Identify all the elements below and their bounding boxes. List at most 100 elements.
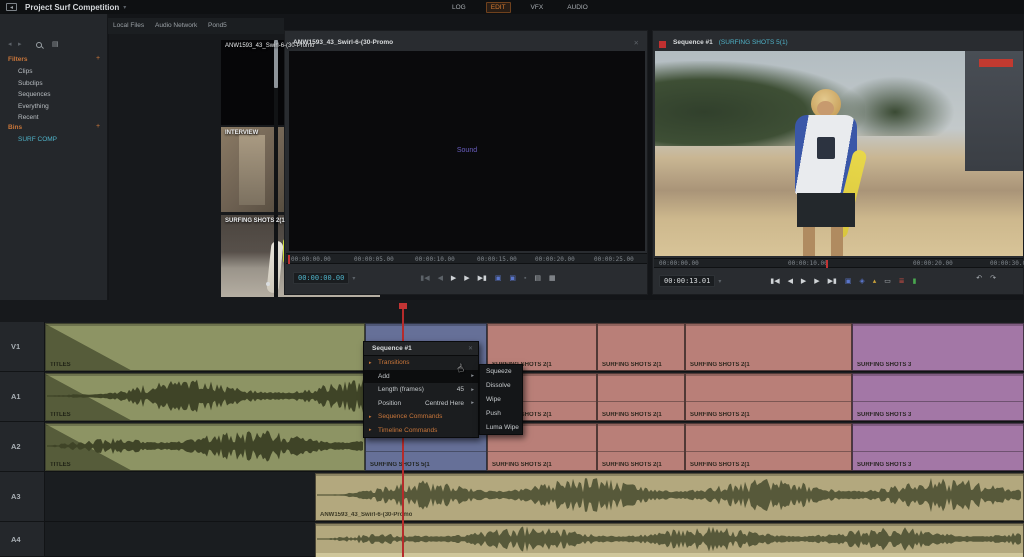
submenu-arrow-icon: ▸: [471, 387, 474, 393]
timeline-clip-surf3-a1[interactable]: SURFING SHOTS 3: [852, 373, 1024, 421]
waveform: [47, 378, 363, 414]
timeline-clip-surf2b-a1[interactable]: SURFING SHOTS 2(1: [597, 373, 685, 421]
menu-item-length[interactable]: Length (frames) 45 ▸: [364, 383, 478, 397]
menu-item-position[interactable]: Position Centred Here ▸: [364, 397, 478, 411]
timeline-clip-audio-a3[interactable]: ANW1593_43_Swirl-6-(30-Promo: [315, 473, 1024, 521]
source-ruler[interactable]: 00:00:00.00 00:00:05.00 00:00:10.00 00:0…: [286, 253, 647, 264]
undo-button[interactable]: ↶: [976, 275, 982, 282]
step-back-icon[interactable]: ◀: [438, 275, 443, 282]
effects-strip-icon[interactable]: ≣: [899, 278, 905, 285]
timeline-clip-surf2c-a2[interactable]: SURFING SHOTS 2(1: [685, 423, 852, 471]
timeline-clip-titles-a1[interactable]: TITLES: [45, 373, 365, 421]
project-title[interactable]: Project Surf Competition: [25, 3, 119, 12]
audio-meter-icon[interactable]: ▮: [913, 278, 917, 285]
track-header-a1[interactable]: A1: [0, 372, 45, 422]
track-header-a3[interactable]: A3: [0, 472, 45, 522]
add-bin-icon[interactable]: +: [96, 123, 100, 130]
add-filter-icon[interactable]: +: [96, 55, 100, 62]
record-timecode[interactable]: 00:00:13.01: [659, 275, 715, 287]
tab-vfx[interactable]: VFX: [527, 3, 548, 12]
menu-item-sequence-commands[interactable]: ▸ Sequence Commands: [364, 410, 478, 424]
replace-icon[interactable]: ◈: [859, 278, 864, 285]
tab-audio[interactable]: AUDIO: [563, 3, 592, 12]
skip-start-icon[interactable]: ▮◀: [420, 275, 429, 282]
timeline-clip-surf2c-a1[interactable]: SURFING SHOTS 2(1: [685, 373, 852, 421]
bin-clip-list: ANW1593_43_Swirl-6-(30-Promo Sound INTER…: [109, 34, 284, 300]
tab-pond5[interactable]: Pond5: [208, 22, 227, 29]
project-title-caret[interactable]: ▾: [123, 4, 126, 11]
step-back-icon[interactable]: ◀: [788, 278, 793, 285]
filter-sequences[interactable]: Sequences: [18, 91, 108, 98]
position-value[interactable]: Centred Here: [425, 400, 464, 407]
project-sidebar: ◂ ▸ ▤ Filters + Clips Subclips Sequences…: [0, 14, 108, 300]
filter-subclips[interactable]: Subclips: [18, 80, 108, 87]
tab-audio-network[interactable]: Audio Network: [155, 22, 197, 29]
context-menu-close-icon[interactable]: ✕: [468, 345, 473, 352]
record-video-frame[interactable]: [655, 51, 1023, 256]
track-header-a2[interactable]: A2: [0, 422, 45, 472]
timeline-clip-surf2c-v1[interactable]: SURFING SHOTS 2(1: [685, 323, 852, 371]
view-mode-icon[interactable]: ▤: [534, 275, 541, 282]
search-icon[interactable]: [36, 42, 42, 48]
insert-icon[interactable]: ▣: [845, 278, 852, 285]
source-video-frame[interactable]: Sound: [289, 51, 645, 251]
tab-log[interactable]: LOG: [448, 3, 470, 12]
record-timecode-caret[interactable]: ▾: [718, 278, 721, 285]
source-playhead-marker[interactable]: [288, 255, 290, 264]
insert-icon[interactable]: ▣: [495, 275, 502, 282]
source-close-icon[interactable]: ✕: [634, 39, 639, 47]
skip-end-icon[interactable]: ▶▮: [828, 278, 837, 285]
record-viewer-title: Sequence #1: [673, 39, 713, 46]
timeline-clip-surf2b-a2[interactable]: SURFING SHOTS 2(1: [597, 423, 685, 471]
source-timecode[interactable]: 00:00:00.00: [293, 272, 349, 284]
submenu-item-wipe[interactable]: Wipe: [480, 393, 522, 407]
bin-clip-interview-label: INTERVIEW: [225, 130, 258, 136]
skip-end-icon[interactable]: ▶▮: [478, 275, 487, 282]
filter-recent[interactable]: Recent: [18, 114, 108, 121]
timeline-view-icon[interactable]: ▭: [884, 278, 891, 285]
submenu-item-luma-wipe[interactable]: Luma Wipe: [480, 420, 522, 434]
menu-item-timeline-commands[interactable]: ▸ Timeline Commands: [364, 424, 478, 438]
timeline-clip-surf2b-v1[interactable]: SURFING SHOTS 2(1: [597, 323, 685, 371]
redo-button[interactable]: ↷: [990, 275, 996, 282]
track-header-v1[interactable]: V1: [0, 322, 45, 372]
list-view-icon[interactable]: ▤: [52, 40, 59, 48]
step-forward-icon[interactable]: ▶: [814, 278, 819, 285]
nav-forward-icon[interactable]: ▸: [18, 40, 22, 48]
exit-project-icon[interactable]: ◂: [6, 3, 17, 11]
replace-icon[interactable]: ▣: [509, 275, 516, 282]
play-button[interactable]: ▶: [801, 278, 806, 285]
source-ruler-label: 00:00:25.00: [594, 256, 634, 263]
tab-edit[interactable]: EDIT: [486, 2, 511, 13]
source-timecode-caret[interactable]: ▾: [352, 275, 355, 282]
waveform: [317, 476, 1022, 514]
marker-icon[interactable]: ▴: [873, 278, 877, 285]
filter-clips[interactable]: Clips: [18, 68, 108, 75]
timeline-playhead-flag[interactable]: [399, 303, 407, 309]
timeline-clip-surf3-a2[interactable]: SURFING SHOTS 3: [852, 423, 1024, 471]
submenu-item-push[interactable]: Push: [480, 406, 522, 420]
timeline-clip-titles-v1[interactable]: TITLES: [45, 323, 365, 371]
bin-surf-comp[interactable]: SURF COMP: [18, 136, 57, 143]
skip-start-icon[interactable]: ▮◀: [770, 278, 779, 285]
marker-icon[interactable]: ▪: [524, 275, 526, 282]
record-ruler[interactable]: 00:00:00.00 00:00:10.00 00:00:20.00 00:0…: [654, 258, 1023, 268]
timeline-clip-audio-a4[interactable]: [315, 523, 1024, 557]
submenu-item-dissolve[interactable]: Dissolve: [480, 379, 522, 393]
timeline-clip-surf3-v1[interactable]: SURFING SHOTS 3: [852, 323, 1024, 371]
track-header-a4[interactable]: A4: [0, 522, 45, 557]
nav-back-icon[interactable]: ◂: [8, 40, 12, 48]
bin-resize-dot[interactable]: [266, 282, 270, 286]
timeline-clip-titles-a2[interactable]: TITLES: [45, 423, 365, 471]
length-value[interactable]: 45: [457, 386, 464, 393]
record-ruler-label: 00:00:30.00: [990, 260, 1024, 267]
record-playhead-marker[interactable]: [826, 260, 828, 268]
tab-local-files[interactable]: Local Files: [113, 22, 144, 29]
play-button[interactable]: ▶: [451, 275, 456, 282]
bin-scrollbar[interactable]: [274, 40, 278, 297]
filter-everything[interactable]: Everything: [18, 103, 108, 110]
submenu-item-squeeze[interactable]: Squeeze: [480, 365, 522, 379]
step-forward-icon[interactable]: ▶: [464, 275, 469, 282]
record-transport-bar: 00:00:13.01 ▾ ▮◀ ◀ ▶ ▶ ▶▮ ▣ ◈ ▴ ▭ ≣ ▮ ↶ …: [653, 270, 1023, 292]
tile-view-icon[interactable]: ▦: [549, 275, 556, 282]
